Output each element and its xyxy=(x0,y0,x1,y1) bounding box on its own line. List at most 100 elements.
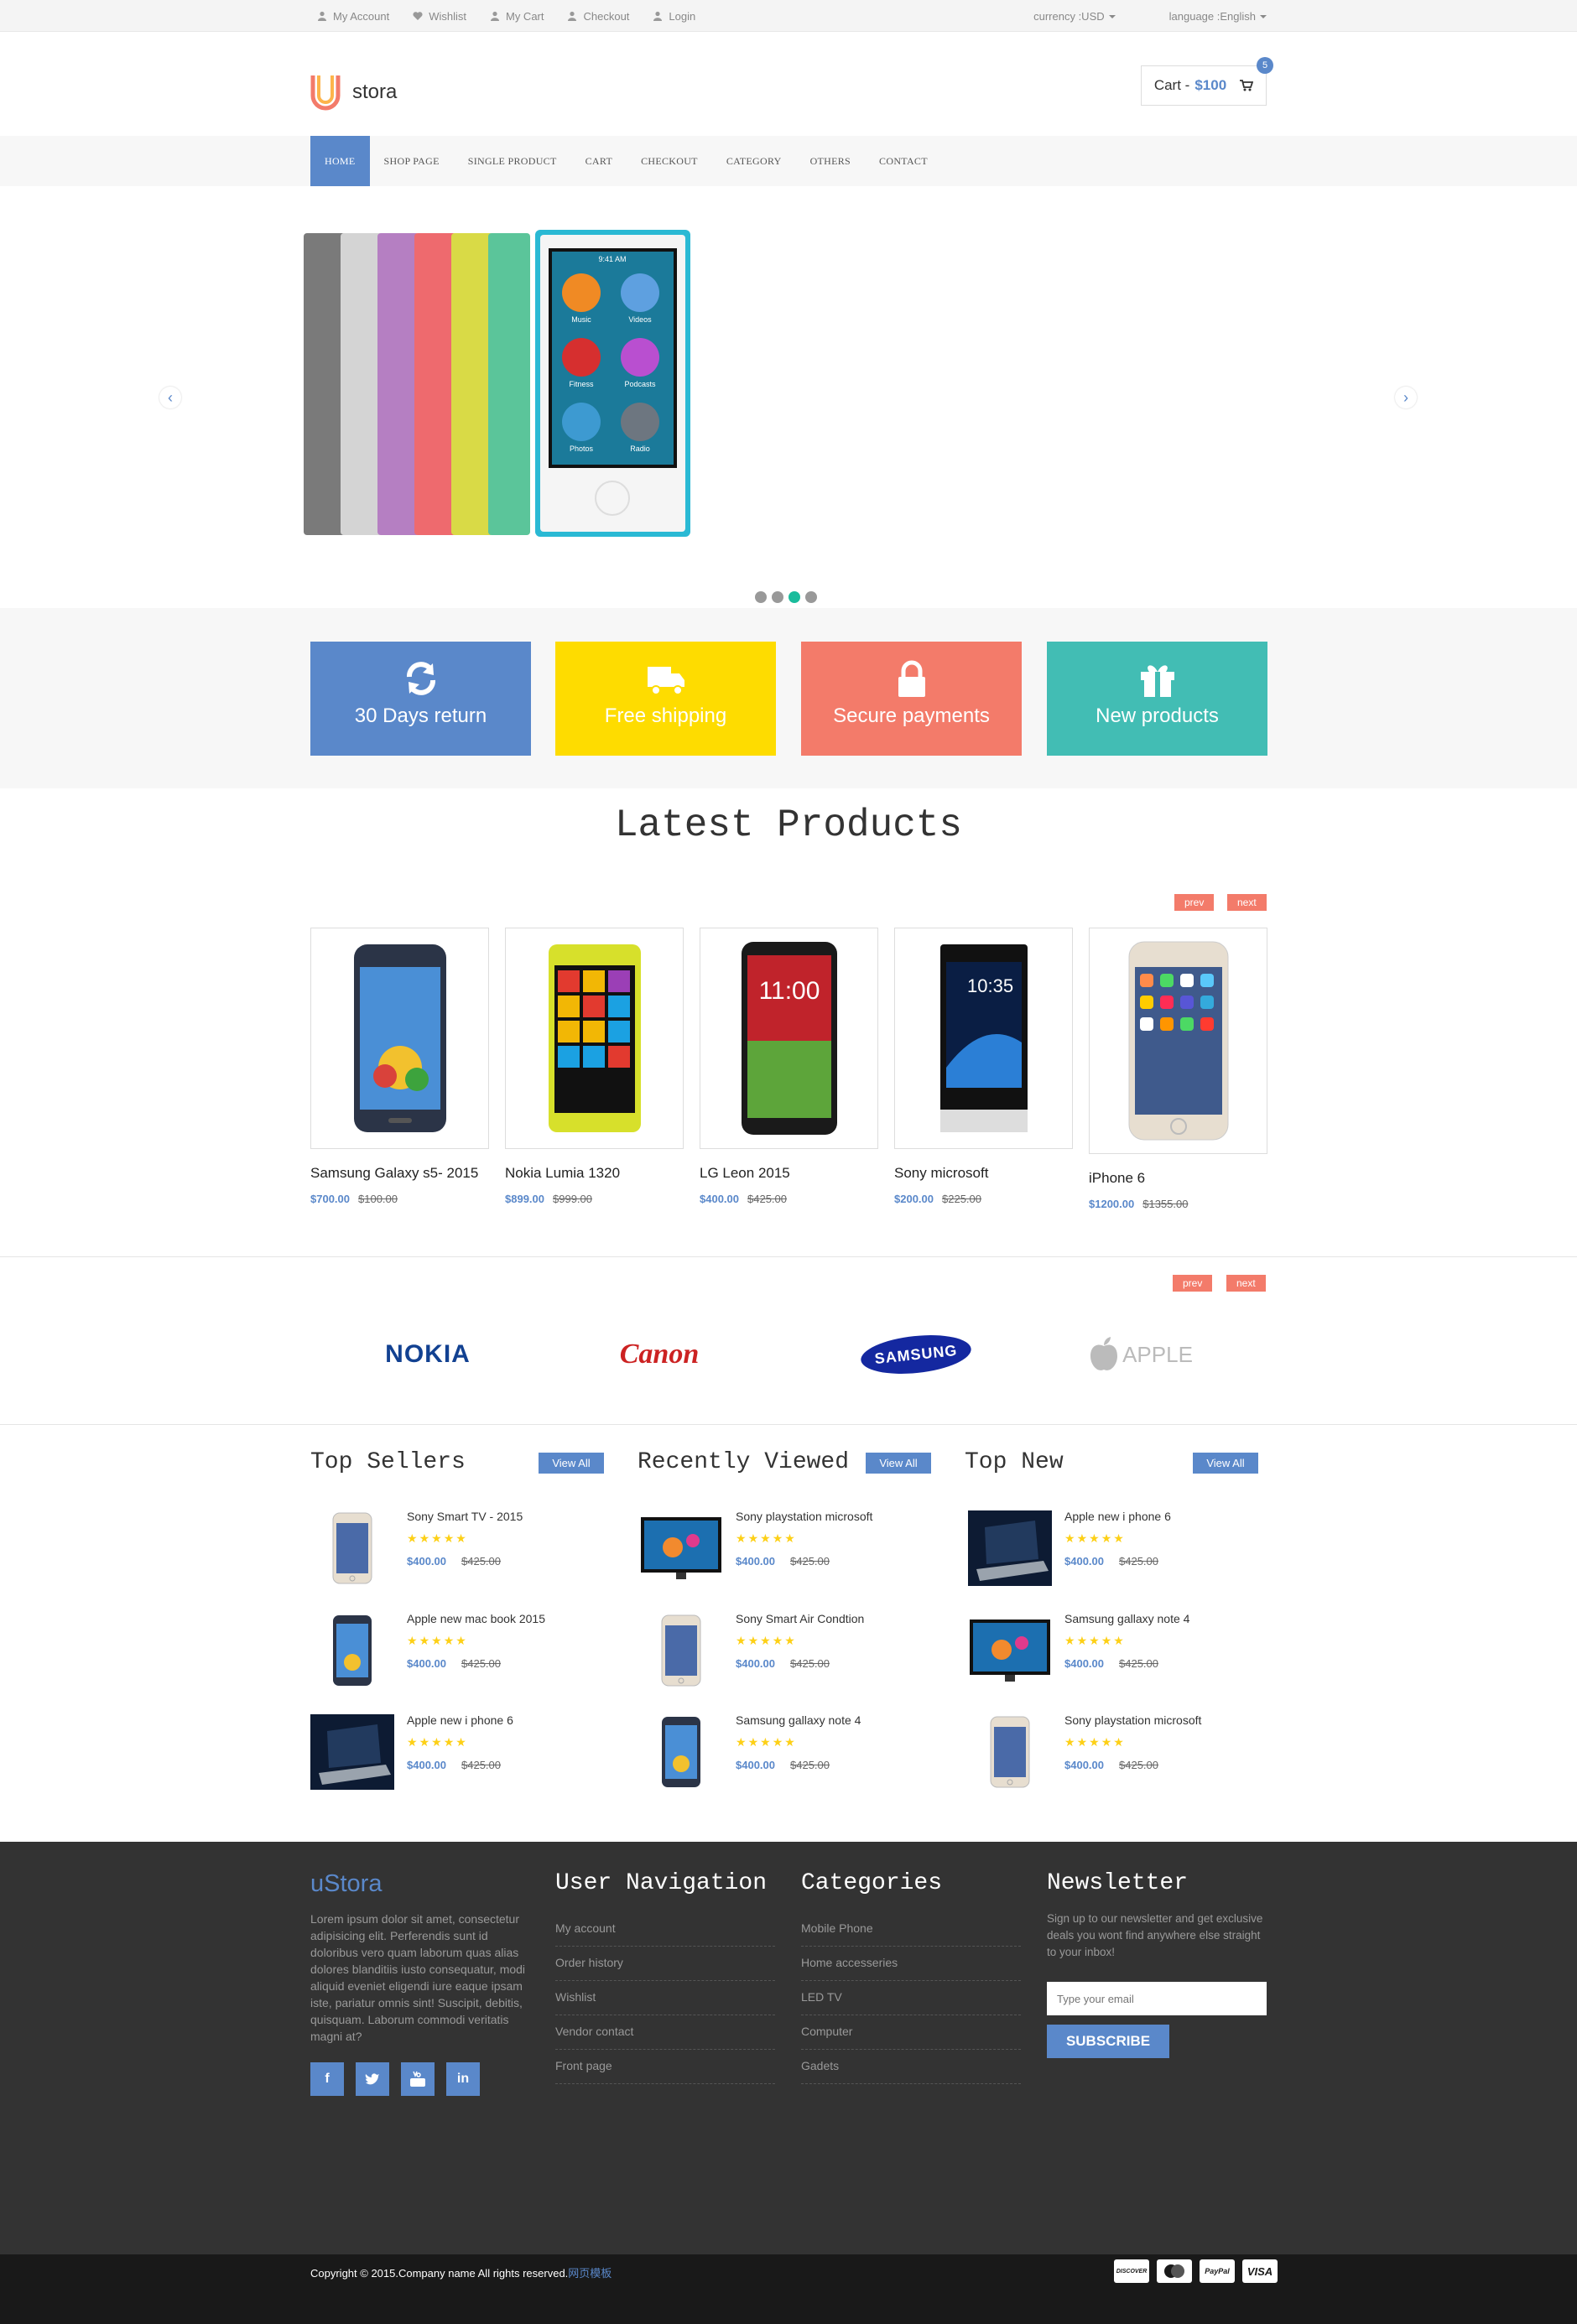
widget-product-item[interactable]: Sony Smart TV - 2015 ★★★★★ $400.00 $425.00 xyxy=(310,1510,612,1590)
nav-contact[interactable]: CONTACT xyxy=(865,136,942,186)
slider-dot[interactable] xyxy=(805,591,817,603)
widget-product-item[interactable]: Sony playstation microsoft ★★★★★ $400.00 $4… xyxy=(639,1510,941,1590)
category-link-home-accessories[interactable]: Home accesseries xyxy=(801,1947,1021,1981)
brands-prev-button[interactable]: prev xyxy=(1173,1275,1213,1292)
widget-product-thumb[interactable] xyxy=(639,1510,723,1587)
widget-product-name[interactable]: Sony Smart Air Condtion xyxy=(736,1612,864,1625)
nav-category[interactable]: CATEGORY xyxy=(712,136,796,186)
nav-cart[interactable]: CART xyxy=(571,136,627,186)
product-image[interactable]: 11:00 xyxy=(700,928,878,1149)
star-icon: ★ xyxy=(1076,1531,1090,1545)
category-link-led-tv[interactable]: LED TV xyxy=(801,1981,1021,2015)
product-name[interactable]: iPhone 6 xyxy=(1089,1170,1267,1187)
product-card[interactable]: 10:35 Sony microsoft $200.00 $225.00 xyxy=(894,928,1073,1205)
my-cart-link[interactable]: My Cart xyxy=(490,10,544,23)
widget-product-item[interactable]: Samsung gallaxy note 4 ★★★★★ $400.00 $425.0… xyxy=(639,1713,941,1794)
product-name[interactable]: Samsung Galaxy s5- 2015 xyxy=(310,1165,489,1182)
product-image[interactable] xyxy=(505,928,684,1149)
brand-logo-canon[interactable]: Canon xyxy=(601,1334,718,1375)
slider-dot[interactable] xyxy=(755,591,767,603)
widget-product-item[interactable]: Sony playstation microsoft ★★★★★ $400.00 $4… xyxy=(968,1713,1270,1794)
subscribe-button[interactable]: SUBSCRIBE xyxy=(1047,2025,1169,2058)
brands-next-button[interactable]: next xyxy=(1226,1275,1266,1292)
language-dropdown[interactable]: language :English xyxy=(1142,10,1267,23)
nav-home[interactable]: HOME xyxy=(310,136,370,186)
cart-button[interactable]: Cart - $100 xyxy=(1141,65,1267,106)
widget-product-item[interactable]: Apple new i phone 6 ★★★★★ $400.00 $425.00 xyxy=(310,1713,612,1794)
widget-product-name[interactable]: Apple new i phone 6 xyxy=(407,1713,513,1727)
youtube-button[interactable] xyxy=(401,2062,435,2096)
nav-shop-page[interactable]: SHOP PAGE xyxy=(370,136,454,186)
latest-next-button[interactable]: next xyxy=(1227,894,1267,911)
twitter-button[interactable] xyxy=(356,2062,389,2096)
product-name[interactable]: Nokia Lumia 1320 xyxy=(505,1165,684,1182)
recently-viewed-title: Recently Viewed xyxy=(638,1449,850,1475)
widget-product-thumb[interactable] xyxy=(968,1510,1052,1587)
footer-link-wishlist[interactable]: Wishlist xyxy=(555,1981,775,2015)
facebook-button[interactable]: f xyxy=(310,2062,344,2096)
footer-link-vendor-contact[interactable]: Vendor contact xyxy=(555,2015,775,2050)
widget-product-price: $400.00 $425.00 xyxy=(736,1657,830,1670)
brand-logo-apple[interactable]: APPLE xyxy=(1082,1334,1200,1375)
top-new-view-all-button[interactable]: View All xyxy=(1193,1453,1258,1474)
nav-others[interactable]: OTHERS xyxy=(796,136,865,186)
latest-prev-button[interactable]: prev xyxy=(1174,894,1215,911)
widget-product-item[interactable]: Sony Smart Air Condtion ★★★★★ $400.00 $425.… xyxy=(639,1612,941,1692)
widget-product-name[interactable]: Apple new mac book 2015 xyxy=(407,1612,545,1625)
top-sellers-view-all-button[interactable]: View All xyxy=(539,1453,604,1474)
widget-product-name[interactable]: Sony playstation microsoft xyxy=(1064,1713,1201,1727)
widget-product-thumb[interactable] xyxy=(639,1612,723,1689)
widget-product-thumb[interactable] xyxy=(968,1713,1052,1791)
price-new: $899.00 xyxy=(505,1193,544,1205)
product-image[interactable]: 10:35 xyxy=(894,928,1073,1149)
login-link[interactable]: Login xyxy=(653,10,695,23)
widget-product-thumb[interactable] xyxy=(310,1612,394,1689)
widget-product-thumb[interactable] xyxy=(310,1713,394,1791)
widget-product-item[interactable]: Apple new i phone 6 ★★★★★ $400.00 $425.00 xyxy=(968,1510,1270,1590)
linkedin-button[interactable]: in xyxy=(446,2062,480,2096)
my-account-link[interactable]: My Account xyxy=(317,10,389,23)
widget-product-name[interactable]: Sony Smart TV - 2015 xyxy=(407,1510,523,1523)
rating-stars: ★★★★★ xyxy=(736,1735,797,1749)
product-image[interactable] xyxy=(310,928,489,1149)
slider-dot-active[interactable] xyxy=(788,591,800,603)
widget-product-thumb[interactable] xyxy=(639,1713,723,1791)
footer-link-my-account[interactable]: My account xyxy=(555,1912,775,1947)
product-card[interactable]: Samsung Galaxy s5- 2015 $700.00 $100.00 xyxy=(310,928,489,1205)
copyright-link[interactable]: 网页模板 xyxy=(568,2267,612,2280)
star-icon: ★ xyxy=(407,1735,419,1749)
widget-product-thumb[interactable] xyxy=(310,1510,394,1587)
slider-dot[interactable] xyxy=(772,591,783,603)
widget-product-item[interactable]: Apple new mac book 2015 ★★★★★ $400.00 $425.… xyxy=(310,1612,612,1692)
category-link-mobile-phone[interactable]: Mobile Phone xyxy=(801,1912,1021,1947)
brand-logo-samsung[interactable]: SAMSUNG xyxy=(859,1330,973,1379)
currency-dropdown[interactable]: currency :USD xyxy=(1007,10,1116,23)
category-link-computer[interactable]: Computer xyxy=(801,2015,1021,2050)
brand-logo-nokia[interactable]: NOKIA xyxy=(369,1334,487,1375)
recently-viewed-view-all-button[interactable]: View All xyxy=(866,1453,931,1474)
product-image[interactable] xyxy=(1089,928,1267,1154)
newsletter-email-input[interactable] xyxy=(1047,1982,1267,2015)
product-card[interactable]: Nokia Lumia 1320 $899.00 $999.00 xyxy=(505,928,684,1205)
slider-next-button[interactable]: › xyxy=(1395,387,1417,408)
site-logo[interactable]: stora xyxy=(310,74,397,111)
footer-link-order-history[interactable]: Order history xyxy=(555,1947,775,1981)
nav-checkout[interactable]: CHECKOUT xyxy=(627,136,712,186)
widget-product-item[interactable]: Samsung gallaxy note 4 ★★★★★ $400.00 $425.0… xyxy=(968,1612,1270,1692)
product-card[interactable]: 11:00 LG Leon 2015 $400.00 $425.00 xyxy=(700,928,878,1205)
category-link-gadgets[interactable]: Gadets xyxy=(801,2050,1021,2084)
widget-product-name[interactable]: Samsung gallaxy note 4 xyxy=(1064,1612,1189,1625)
nav-single-product[interactable]: SINGLE PRODUCT xyxy=(454,136,571,186)
product-card[interactable]: iPhone 6 $1200.00 $1355.00 xyxy=(1089,928,1267,1210)
product-name[interactable]: LG Leon 2015 xyxy=(700,1165,878,1182)
slider-prev-button[interactable]: ‹ xyxy=(159,387,181,408)
user-icon xyxy=(653,11,663,21)
product-name[interactable]: Sony microsoft xyxy=(894,1165,1073,1182)
wishlist-link[interactable]: Wishlist xyxy=(413,10,466,23)
widget-product-thumb[interactable] xyxy=(968,1612,1052,1689)
widget-product-name[interactable]: Sony playstation microsoft xyxy=(736,1510,872,1523)
widget-product-name[interactable]: Samsung gallaxy note 4 xyxy=(736,1713,861,1727)
checkout-link[interactable]: Checkout xyxy=(567,10,629,23)
widget-product-name[interactable]: Apple new i phone 6 xyxy=(1064,1510,1171,1523)
footer-link-front-page[interactable]: Front page xyxy=(555,2050,775,2084)
